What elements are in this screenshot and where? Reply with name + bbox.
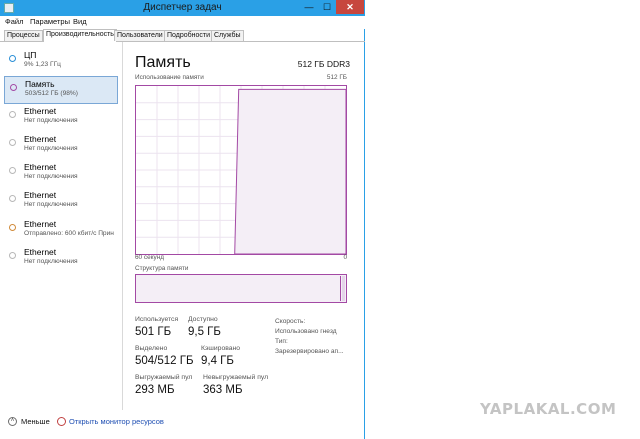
sidebar-item-sub: 9% 1,23 ГГц <box>24 61 61 68</box>
cached-value: 9,4 ГБ <box>201 355 234 367</box>
ethernet-graph-icon <box>9 111 16 118</box>
sidebar-item-label: ЦП <box>24 50 37 60</box>
menu-bar: Файл Параметры Вид <box>0 16 365 29</box>
nonpaged-pool-value: 363 МБ <box>203 384 243 396</box>
committed-label: Выделено <box>135 345 168 352</box>
structure-standby <box>342 276 345 301</box>
ethernet-graph-icon <box>9 252 16 259</box>
ethernet-graph-icon <box>9 139 16 146</box>
cached-label: Кэшировано <box>201 345 241 352</box>
page-title: Память <box>135 54 191 71</box>
resource-sidebar: ЦП 9% 1,23 ГГц Память 503/512 ГБ (98%) E… <box>0 42 123 410</box>
tab-users[interactable]: Пользователи <box>114 30 166 41</box>
resource-monitor-icon <box>57 417 66 426</box>
committed-value: 504/512 ГБ <box>135 355 194 367</box>
tab-services[interactable]: Службы <box>211 30 244 41</box>
sidebar-item-label: Ethernet <box>24 162 57 172</box>
memory-spec: 512 ГБ DDR3 <box>297 59 350 69</box>
close-button[interactable]: ✕ <box>336 0 364 14</box>
ethernet-graph-icon <box>9 224 16 231</box>
sidebar-item-ethernet-5[interactable]: Ethernet Отправлено: 600 кбит/с Прин <box>4 217 118 245</box>
sidebar-item-sub: Нет подключения <box>24 201 78 208</box>
paged-pool-label: Выгружаемый пул <box>135 374 193 381</box>
sidebar-item-ethernet-1[interactable]: Ethernet Нет подключения <box>4 104 118 132</box>
usage-area <box>234 88 346 254</box>
sidebar-item-label: Ethernet <box>24 219 57 229</box>
task-manager-window: Диспетчер задач — ☐ ✕ Файл Параметры Вид… <box>0 0 365 439</box>
slots-label: Использовано гнезд <box>275 328 337 335</box>
sidebar-item-sub: 503/512 ГБ (98%) <box>25 90 78 97</box>
structure-in-use <box>137 276 341 301</box>
sidebar-item-sub: Отправлено: 600 кбит/с Прин <box>24 230 114 237</box>
ethernet-graph-icon <box>9 195 16 202</box>
ethernet-graph-icon <box>9 167 16 174</box>
menu-options[interactable]: Параметры <box>30 17 70 26</box>
fewer-details-link[interactable]: Меньше <box>21 417 50 426</box>
usage-graph-svg <box>136 86 346 254</box>
chevron-up-icon[interactable]: ˄ <box>8 417 17 426</box>
menu-view[interactable]: Вид <box>73 17 87 26</box>
sidebar-item-label: Ethernet <box>24 106 57 116</box>
memory-usage-graph <box>135 85 347 255</box>
nonpaged-pool-label: Невыгружаемый пул <box>203 374 269 381</box>
sidebar-item-sub: Нет подключения <box>24 173 78 180</box>
form-factor-label: Тип: <box>275 338 288 345</box>
memory-panel: Память 512 ГБ DDR3 Использование памяти … <box>125 42 363 410</box>
memory-graph-icon <box>10 84 17 91</box>
structure-caption: Структура памяти <box>135 265 189 272</box>
usage-caption: Использование памяти <box>135 74 204 81</box>
tab-performance[interactable]: Производительность <box>43 29 117 42</box>
watermark: YAPLAKAL.COM <box>480 400 617 418</box>
speed-label: Скорость: <box>275 318 306 325</box>
sidebar-item-label: Ethernet <box>24 134 57 144</box>
available-value: 9,5 ГБ <box>188 326 221 338</box>
paged-pool-value: 293 МБ <box>135 384 175 396</box>
in-use-label: Используется <box>135 316 179 323</box>
sidebar-item-label: Ethernet <box>24 247 57 257</box>
tab-processes[interactable]: Процессы <box>4 30 43 41</box>
sidebar-item-sub: Нет подключения <box>24 258 78 265</box>
bottom-bar: ˄ Меньше Открыть монитор ресурсов <box>0 410 365 439</box>
maximize-button[interactable]: ☐ <box>318 0 336 14</box>
sidebar-item-cpu[interactable]: ЦП 9% 1,23 ГГц <box>4 48 118 76</box>
usage-max: 512 ГБ <box>326 74 347 81</box>
title-bar: Диспетчер задач — ☐ ✕ <box>0 0 365 16</box>
sidebar-item-label: Ethernet <box>24 190 57 200</box>
available-label: Доступно <box>188 316 218 323</box>
cpu-graph-icon <box>9 55 16 62</box>
in-use-value: 501 ГБ <box>135 326 172 338</box>
sidebar-item-sub: Нет подключения <box>24 145 78 152</box>
tab-bar: Процессы Производительность Пользователи… <box>0 29 365 42</box>
open-resource-monitor-link[interactable]: Открыть монитор ресурсов <box>69 417 164 426</box>
sidebar-item-label: Память <box>25 79 55 89</box>
sidebar-item-ethernet-6[interactable]: Ethernet Нет подключения <box>4 245 118 273</box>
sidebar-item-ethernet-2[interactable]: Ethernet Нет подключения <box>4 132 118 160</box>
sidebar-item-ethernet-3[interactable]: Ethernet Нет подключения <box>4 160 118 188</box>
time-axis-left: 60 секунд <box>135 254 164 261</box>
reserved-label: Зарезервировано ап... <box>275 348 344 355</box>
sidebar-item-ethernet-4[interactable]: Ethernet Нет подключения <box>4 188 118 216</box>
sidebar-item-sub: Нет подключения <box>24 117 78 124</box>
sidebar-item-memory[interactable]: Память 503/512 ГБ (98%) <box>4 76 118 104</box>
menu-file[interactable]: Файл <box>5 17 23 26</box>
memory-structure-bar <box>135 274 347 303</box>
time-axis-right: 0 <box>343 254 347 261</box>
tab-details[interactable]: Подробности <box>164 30 214 41</box>
minimize-button[interactable]: — <box>300 0 318 14</box>
